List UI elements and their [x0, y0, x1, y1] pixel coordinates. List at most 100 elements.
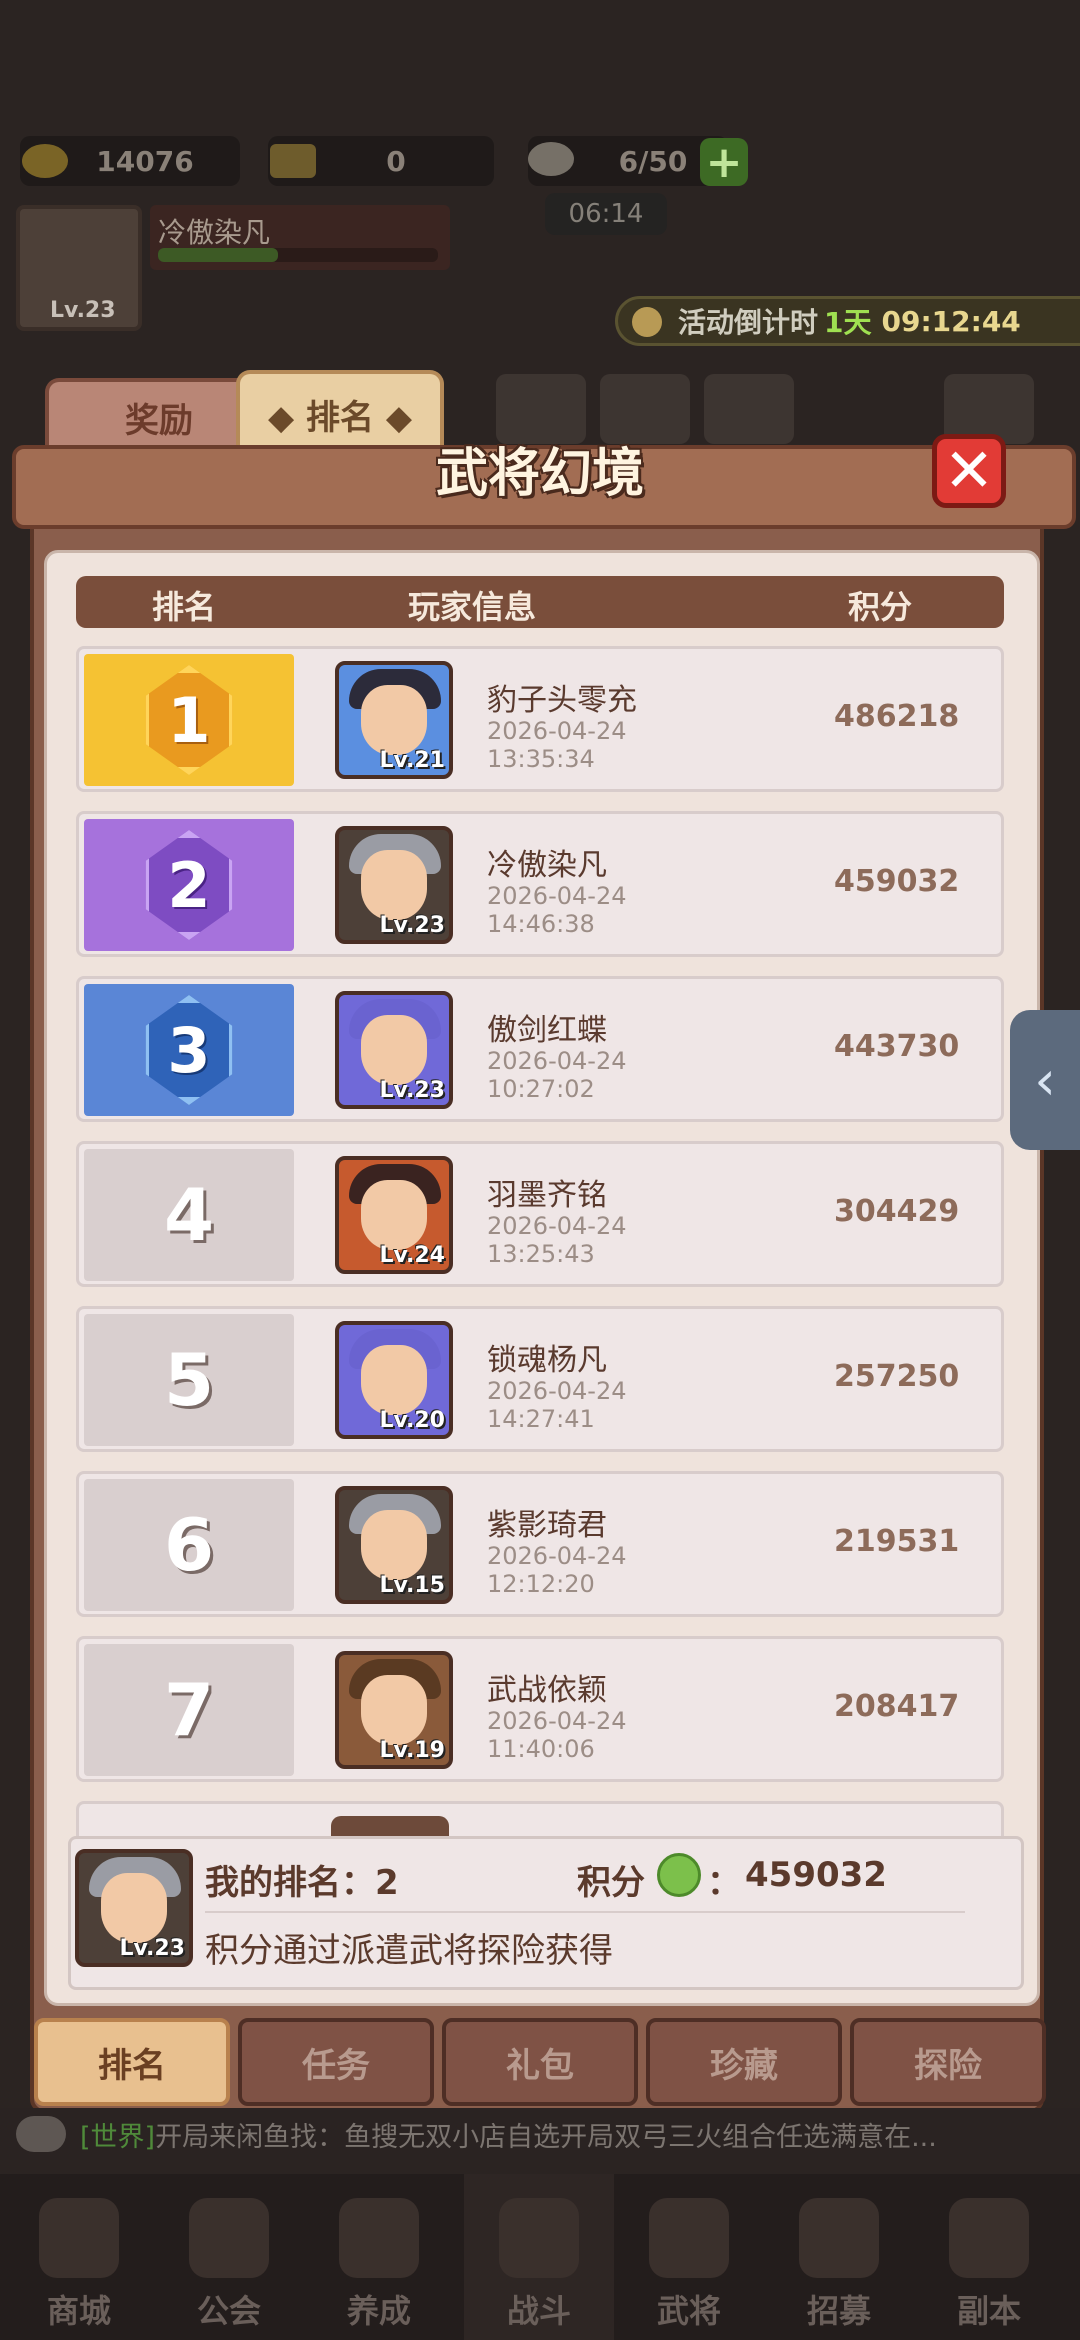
rank-number: 3: [167, 1013, 211, 1087]
score-value: 219531: [834, 1524, 960, 1559]
nav-generals[interactable]: 武将: [614, 2174, 764, 2340]
table-row[interactable]: 5 Lv.20 锁魂杨凡 2026-04-24 14:27:41 257250: [76, 1306, 1004, 1452]
helmet-icon: [649, 2198, 729, 2278]
rank-cell: 7: [84, 1644, 294, 1776]
nav-dungeon[interactable]: 副本: [914, 2174, 1064, 2340]
tab-tasks[interactable]: 任务: [238, 2018, 434, 2106]
nav-develop[interactable]: 养成: [304, 2174, 454, 2340]
timestamp: 2026-04-24 11:40:06: [487, 1707, 627, 1763]
avatar[interactable]: Lv.15: [335, 1486, 453, 1604]
ticket-icon: [270, 144, 316, 178]
timestamp: 2026-04-24 14:46:38: [487, 882, 627, 938]
rank-cell: 5: [84, 1314, 294, 1446]
chat-bubble-icon: [16, 2116, 66, 2152]
stamina-counter: 6/50: [528, 136, 728, 186]
table-row[interactable]: 2 Lv.23 冷傲染凡 2026-04-24 14:46:38 459032: [76, 811, 1004, 957]
my-avatar[interactable]: Lv.23: [75, 1849, 193, 1967]
tab-ranking[interactable]: 排名: [34, 2018, 230, 2106]
my-rank-value: 2: [375, 1863, 399, 1903]
rank-cell: 6: [84, 1479, 294, 1611]
event-countdown: 活动倒计时 1天 09:12:44: [615, 296, 1080, 346]
my-rank-box: Lv.23 我的排名：2 积分 ： 459032 积分通过派遣武将探险获得: [68, 1836, 1024, 1990]
chat-channel: [世界]: [80, 2121, 156, 2153]
rank-cell: 1: [84, 654, 294, 786]
timestamp: 2026-04-24 10:27:02: [487, 1047, 627, 1103]
level-label: Lv.24: [379, 1243, 445, 1268]
crossed-swords-icon: [499, 2198, 579, 2278]
my-score-value: 459032: [745, 1855, 887, 1895]
col-player-info: 玩家信息: [408, 588, 537, 626]
level-label: Lv.15: [379, 1573, 445, 1598]
bun-icon: [528, 142, 574, 176]
tab-gift-pack[interactable]: 礼包: [442, 2018, 638, 2106]
gold-medal-icon: 1: [145, 665, 233, 775]
tab-collection[interactable]: 珍藏: [646, 2018, 842, 2106]
player-name-plate: 冷傲染凡: [150, 205, 450, 270]
avatar[interactable]: Lv.24: [335, 1156, 453, 1274]
score-hint: 积分通过派遣武将探险获得: [205, 1931, 613, 1971]
level-label: Lv.23: [379, 913, 445, 938]
exp-bar: [158, 248, 438, 262]
avatar[interactable]: Lv.21: [335, 661, 453, 779]
dungeon-icon: [949, 2198, 1029, 2278]
stamina-timer: 06:14: [545, 193, 667, 235]
my-rank-label: 我的排名：2: [205, 1863, 399, 1903]
recruit-icon: [799, 2198, 879, 2278]
timestamp: 2026-04-24 13:35:34: [487, 717, 627, 773]
blue-medal-icon: 3: [145, 995, 233, 1105]
gold-counter: 14076: [20, 136, 240, 186]
level-label: Lv.23: [379, 1078, 445, 1103]
rank-number: 4: [163, 1173, 215, 1257]
player-level: Lv.23: [50, 298, 116, 323]
nav-shop[interactable]: 商城: [4, 2174, 154, 2340]
panel-title: 武将幻境: [435, 443, 644, 504]
stamina-value: 6/50: [618, 144, 688, 178]
close-button[interactable]: ✕: [932, 434, 1006, 508]
table-row[interactable]: 4 Lv.24 羽墨齐铭 2026-04-24 13:25:43 304429: [76, 1141, 1004, 1287]
player-name: 紫影琦君: [487, 1508, 607, 1543]
world-chat[interactable]: [世界] 开局来闲鱼找：鱼搜无双小店自选开局双弓三火组合任选满意在...: [0, 2108, 1080, 2160]
avatar[interactable]: Lv.23: [335, 991, 453, 1109]
level-label: Lv.19: [379, 1738, 445, 1763]
nav-recruit[interactable]: 招募: [764, 2174, 914, 2340]
tab-explore[interactable]: 探险: [850, 2018, 1046, 2106]
player-name: 羽墨齐铭: [487, 1178, 607, 1213]
gold-ingot-icon: [22, 144, 68, 178]
score-value: 443730: [834, 1029, 960, 1064]
guild-icon: [189, 2198, 269, 2278]
score-value: 486218: [834, 699, 960, 734]
my-score-label: 积分: [577, 1863, 645, 1903]
score-value: 304429: [834, 1194, 960, 1229]
table-row[interactable]: 7 Lv.19 武战依颖 2026-04-24 11:40:06 208417: [76, 1636, 1004, 1782]
ticket-counter: 0: [268, 136, 494, 186]
score-value: 459032: [834, 864, 960, 899]
avatar[interactable]: Lv.20: [335, 1321, 453, 1439]
player-name: 锁魂杨凡: [487, 1343, 607, 1378]
my-score-sep: ：: [707, 1863, 741, 1903]
rank-number: 6: [163, 1503, 215, 1587]
side-expand-button[interactable]: ‹: [1010, 1010, 1080, 1150]
table-row-partial: [76, 1801, 1004, 1840]
avatar[interactable]: Lv.19: [335, 1651, 453, 1769]
bottom-nav: 商城 公会 养成 战斗 武将 招募 副本: [0, 2174, 1080, 2340]
player-name: 豹子头零充: [487, 683, 637, 718]
col-rank: 排名: [152, 588, 217, 626]
nav-guild[interactable]: 公会: [154, 2174, 304, 2340]
my-level: Lv.23: [119, 1936, 185, 1961]
table-row[interactable]: 1 Lv.21 豹子头零充 2026-04-24 13:35:34 486218: [76, 646, 1004, 792]
player-name: 武战依颖: [487, 1673, 607, 1708]
rank-number: 5: [163, 1338, 215, 1422]
add-stamina-button[interactable]: +: [700, 137, 748, 188]
timestamp: 2026-04-24 12:12:20: [487, 1542, 627, 1598]
avatar[interactable]: Lv.23: [335, 826, 453, 944]
clock-icon: [632, 307, 662, 337]
player-name: 傲剑红蝶: [487, 1013, 607, 1048]
table-row[interactable]: 3 Lv.23 傲剑红蝶 2026-04-24 10:27:02 443730: [76, 976, 1004, 1122]
table-row[interactable]: 6 Lv.15 紫影琦君 2026-04-24 12:12:20 219531: [76, 1471, 1004, 1617]
ticket-value: 0: [386, 144, 406, 178]
shop-icon: [39, 2198, 119, 2278]
timestamp: 2026-04-24 13:25:43: [487, 1212, 627, 1268]
gold-value: 14076: [96, 144, 194, 178]
nav-battle[interactable]: 战斗: [464, 2174, 614, 2340]
player-avatar[interactable]: Lv.23: [16, 205, 142, 331]
